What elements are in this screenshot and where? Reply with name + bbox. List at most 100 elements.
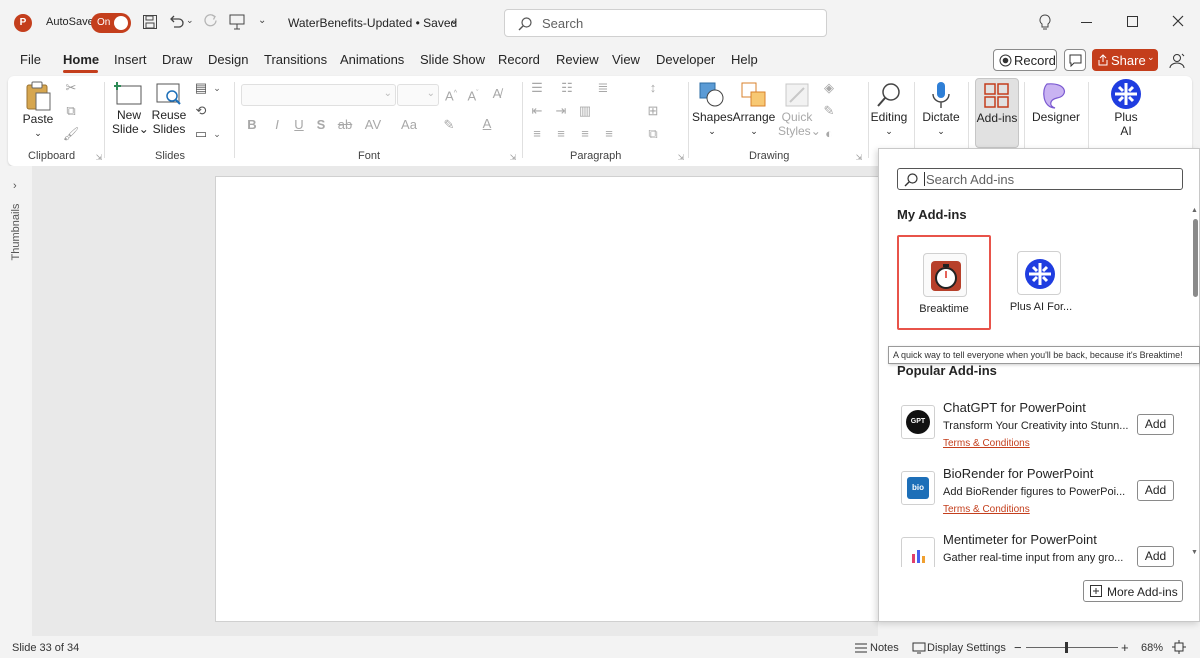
shapes-button[interactable]: Shapes ⌄ <box>692 80 733 138</box>
drawing-launcher-icon[interactable]: ⇲ <box>850 150 868 166</box>
scroll-up-icon[interactable]: ▲ <box>1191 207 1198 214</box>
change-case-icon[interactable]: Aa <box>398 117 420 133</box>
font-color-icon[interactable]: A <box>478 116 496 132</box>
terms-link[interactable]: Terms & Conditions <box>943 504 1030 515</box>
reuse-slides-button[interactable]: Reuse Slides <box>150 80 188 136</box>
format-painter-icon[interactable]: 🖌 <box>62 126 80 142</box>
italic-icon[interactable]: I <box>268 117 286 133</box>
tab-view[interactable]: View <box>612 52 640 67</box>
tab-home[interactable]: Home <box>63 52 99 67</box>
numbering-icon[interactable]: ☷ <box>558 80 576 96</box>
zoom-out-button[interactable]: − <box>1014 640 1022 655</box>
scroll-thumb[interactable] <box>1193 219 1198 297</box>
document-title[interactable]: WaterBenefits-Updated • Saved <box>288 16 457 30</box>
zoom-in-button[interactable]: + <box>1121 640 1129 655</box>
minimize-icon[interactable] <box>1081 22 1092 23</box>
tab-draw[interactable]: Draw <box>162 52 192 67</box>
addins-button[interactable]: Add-ins <box>975 78 1019 148</box>
new-slide-button[interactable]: New Slide⌄ <box>112 80 149 136</box>
comments-icon[interactable] <box>1064 49 1086 71</box>
customize-toolbar-icon[interactable]: ⌄ <box>258 15 266 26</box>
add-button[interactable]: Add <box>1137 480 1174 501</box>
zoom-percent[interactable]: 68% <box>1141 642 1163 654</box>
layout-dropdown-icon[interactable]: ⌄ <box>208 80 226 96</box>
slide-canvas[interactable] <box>215 176 879 622</box>
highlight-icon[interactable]: ✎ <box>440 117 458 133</box>
bold-icon[interactable]: B <box>243 117 261 133</box>
decrease-font-icon[interactable]: Aˇ <box>464 86 482 103</box>
redo-icon[interactable] <box>202 13 218 29</box>
shadow-text-icon[interactable]: ab <box>336 117 354 133</box>
addin-tile-breaktime[interactable]: Breaktime <box>897 235 991 330</box>
clear-format-icon[interactable]: A̸ <box>488 86 506 102</box>
autosave-toggle[interactable]: On <box>91 13 131 33</box>
expand-thumbnails-icon[interactable]: › <box>13 180 17 192</box>
tab-transitions[interactable]: Transitions <box>264 52 327 67</box>
justify-icon[interactable]: ≡ <box>600 126 618 142</box>
decrease-indent-icon[interactable]: ⇤ <box>528 103 546 119</box>
dictate-button[interactable]: Dictate ⌄ <box>920 80 962 138</box>
tab-help[interactable]: Help <box>731 52 758 67</box>
reset-icon[interactable]: ⟲ <box>192 103 210 119</box>
save-icon[interactable] <box>142 14 158 30</box>
scroll-down-icon[interactable]: ▼ <box>1191 549 1198 556</box>
cut-icon[interactable]: ✂ <box>62 80 80 96</box>
undo-icon[interactable] <box>168 13 184 29</box>
shape-effects-icon[interactable]: ◐ <box>820 126 838 142</box>
increase-indent-icon[interactable]: ⇥ <box>552 103 570 119</box>
tab-slide-show[interactable]: Slide Show <box>420 52 485 67</box>
align-right-icon[interactable]: ≡ <box>576 126 594 142</box>
paste-button[interactable]: Paste ⌄ <box>18 80 58 140</box>
font-name-select[interactable]: ⌄ <box>241 84 396 106</box>
quick-styles-button[interactable]: Quick Styles⌄ <box>778 80 821 138</box>
addin-tile-plus-ai[interactable]: Plus AI For... <box>1001 235 1095 330</box>
editing-button[interactable]: Editing ⌄ <box>870 80 908 138</box>
share-button[interactable]: Share ⌄ <box>1092 49 1158 71</box>
text-direction-icon[interactable]: ↕ <box>644 80 662 96</box>
strike-icon[interactable]: S <box>312 117 330 133</box>
underline-icon[interactable]: U <box>290 117 308 133</box>
tab-animations[interactable]: Animations <box>340 52 404 67</box>
tab-file[interactable]: File <box>20 52 41 67</box>
addins-search-input[interactable]: Search Add-ins <box>897 168 1183 190</box>
font-size-select[interactable]: ⌄ <box>397 84 439 106</box>
increase-font-icon[interactable]: A^ <box>442 86 460 103</box>
collaborator-icon[interactable] <box>1168 52 1186 70</box>
search-box[interactable]: Search <box>504 9 827 37</box>
tab-developer[interactable]: Developer <box>656 52 715 67</box>
fit-slide-icon[interactable] <box>1172 640 1186 654</box>
close-icon[interactable] <box>1172 15 1184 27</box>
thumbnails-label[interactable]: Thumbnails <box>10 202 22 262</box>
align-left-icon[interactable]: ≡ <box>528 126 546 142</box>
clipboard-launcher-icon[interactable]: ⇲ <box>90 150 108 166</box>
record-button[interactable]: Record <box>993 49 1057 71</box>
add-button[interactable]: Add <box>1137 546 1174 567</box>
terms-link[interactable]: Terms & Conditions <box>943 438 1030 449</box>
bullets-icon[interactable]: ☰ <box>528 80 546 96</box>
columns-icon[interactable]: ▥ <box>576 103 594 119</box>
zoom-slider[interactable] <box>1026 642 1118 653</box>
tab-design[interactable]: Design <box>208 52 248 67</box>
font-launcher-icon[interactable]: ⇲ <box>504 150 522 166</box>
spacing-icon[interactable]: AV <box>361 117 385 133</box>
maximize-icon[interactable] <box>1127 16 1138 27</box>
smartart-icon[interactable]: ⧉ <box>644 126 662 142</box>
more-addins-button[interactable]: More Add-ins <box>1083 580 1183 602</box>
tab-record[interactable]: Record <box>498 52 540 67</box>
undo-dropdown-icon[interactable]: ⌄ <box>186 15 194 26</box>
arrange-button[interactable]: Arrange ⌄ <box>732 80 776 138</box>
designer-button[interactable]: Designer <box>1030 80 1082 124</box>
shape-fill-icon[interactable]: ◈ <box>820 80 838 96</box>
copy-icon[interactable]: ⧉ <box>62 103 80 119</box>
tab-insert[interactable]: Insert <box>114 52 147 67</box>
line-spacing-icon[interactable]: ≣ <box>594 80 612 96</box>
plus-ai-button[interactable]: Plus AI <box>1102 78 1150 138</box>
scrollbar[interactable]: ▲ ▼ <box>1191 207 1199 563</box>
present-icon[interactable] <box>228 13 246 31</box>
add-button[interactable]: Add <box>1137 414 1174 435</box>
section-dropdown-icon[interactable]: ⌄ <box>208 126 226 142</box>
align-text-icon[interactable]: ⊞ <box>644 103 662 119</box>
title-dropdown-icon[interactable]: ⌄ <box>449 13 459 27</box>
shape-outline-icon[interactable]: ✎ <box>820 103 838 119</box>
align-center-icon[interactable]: ≡ <box>552 126 570 142</box>
